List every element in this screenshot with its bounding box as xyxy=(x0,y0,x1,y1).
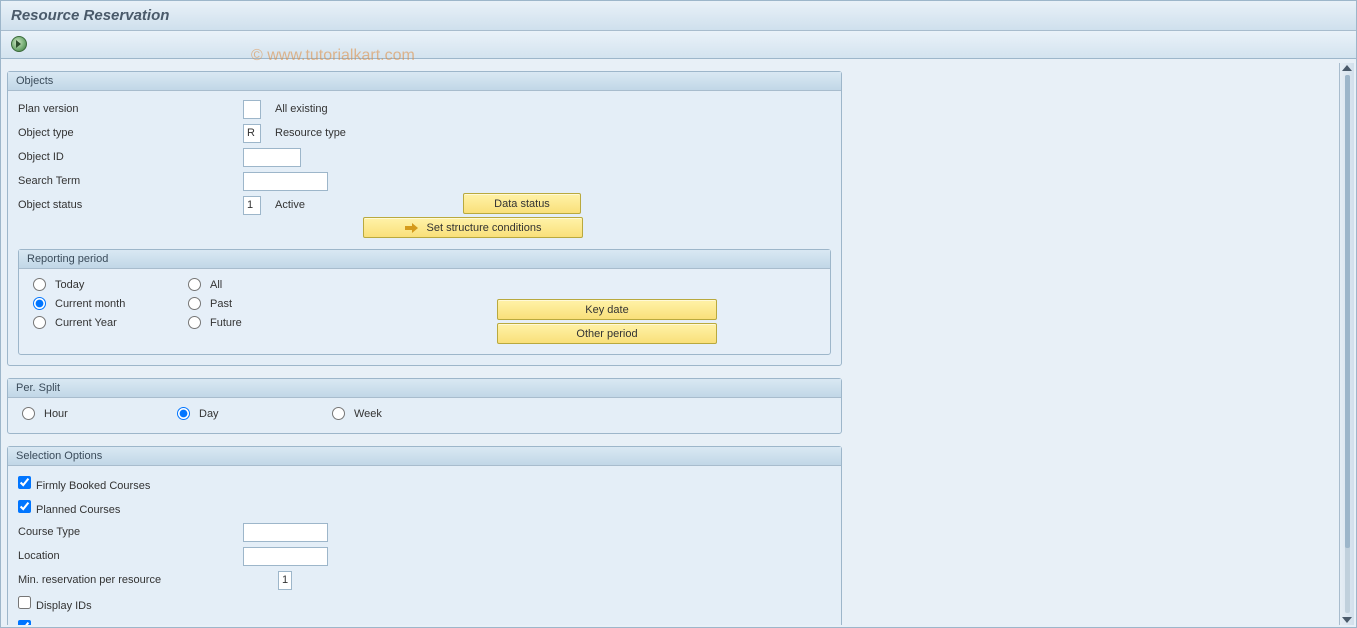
row-object-id: Object ID xyxy=(18,145,831,169)
row-display-ids: Display IDs xyxy=(18,592,831,616)
scroll-up-icon[interactable] xyxy=(1342,65,1352,71)
row-object-status: Object status Active Data status xyxy=(18,193,831,217)
group-per-split: Per. Split Hour Day Week xyxy=(7,378,842,434)
scroll-track[interactable] xyxy=(1345,75,1350,613)
input-object-status[interactable] xyxy=(243,196,261,215)
radio-current-year-input[interactable] xyxy=(33,316,46,329)
scroll-thumb[interactable] xyxy=(1345,75,1350,548)
execute-icon[interactable] xyxy=(11,36,27,52)
radio-all[interactable]: All xyxy=(188,278,343,291)
input-search-term[interactable] xyxy=(243,172,328,191)
radio-row-3: Current Year Future xyxy=(19,313,357,332)
scroll-down-icon[interactable] xyxy=(1342,617,1352,623)
chk-firmly-booked[interactable]: Firmly Booked Courses xyxy=(18,476,150,492)
group-objects-title: Objects xyxy=(8,72,841,91)
group-selection-title: Selection Options xyxy=(8,447,841,466)
radio-current-year[interactable]: Current Year xyxy=(33,316,188,329)
radio-today[interactable]: Today xyxy=(33,278,188,291)
chk-display-days-off[interactable]: Display days off (only daily period spli… xyxy=(18,620,226,625)
page-title: Resource Reservation xyxy=(11,7,169,24)
content-outer: Objects Plan version All existing Object… xyxy=(3,63,1354,625)
label-object-type: Object type xyxy=(18,127,243,139)
label-object-status: Object status xyxy=(18,199,243,211)
radio-row-1: Today All xyxy=(19,275,357,294)
chk-planned-input[interactable] xyxy=(18,500,31,513)
label-course-type: Course Type xyxy=(18,526,243,538)
radio-week[interactable]: Week xyxy=(332,407,487,420)
radio-future[interactable]: Future xyxy=(188,316,343,329)
group-selection-options: Selection Options Firmly Booked Courses … xyxy=(7,446,842,625)
set-structure-button[interactable]: Set structure conditions xyxy=(363,217,583,238)
radio-all-input[interactable] xyxy=(188,278,201,291)
period-buttons: Key date Other period xyxy=(497,299,717,344)
radio-past[interactable]: Past xyxy=(188,297,343,310)
row-min-res: Min. reservation per resource xyxy=(18,568,831,592)
row-location: Location xyxy=(18,544,831,568)
radio-week-input[interactable] xyxy=(332,407,345,420)
row-firmly-booked: Firmly Booked Courses xyxy=(18,472,831,496)
row-search-term: Search Term xyxy=(18,169,831,193)
title-bar: Resource Reservation xyxy=(1,1,1356,31)
input-course-type[interactable] xyxy=(243,523,328,542)
group-selection-body: Firmly Booked Courses Planned Courses Co… xyxy=(8,466,841,625)
row-planned: Planned Courses xyxy=(18,496,831,520)
content-area: Objects Plan version All existing Object… xyxy=(3,63,1339,625)
input-object-type[interactable] xyxy=(243,124,261,143)
group-reporting-period-title: Reporting period xyxy=(19,250,830,269)
label-location: Location xyxy=(18,550,243,562)
row-course-type: Course Type xyxy=(18,520,831,544)
group-per-split-body: Hour Day Week xyxy=(8,398,841,433)
radio-hour-input[interactable] xyxy=(22,407,35,420)
key-date-button[interactable]: Key date xyxy=(497,299,717,320)
desc-object-type: Resource type xyxy=(275,127,346,139)
group-objects-body: Plan version All existing Object type Re… xyxy=(8,91,841,365)
radio-today-input[interactable] xyxy=(33,278,46,291)
desc-plan-version: All existing xyxy=(275,103,328,115)
key-date-label: Key date xyxy=(585,304,628,316)
desc-object-status: Active xyxy=(275,199,305,211)
vertical-scrollbar[interactable] xyxy=(1339,63,1354,625)
input-plan-version[interactable] xyxy=(243,100,261,119)
group-per-split-title: Per. Split xyxy=(8,379,841,398)
per-split-row: Hour Day Week xyxy=(18,404,831,423)
chk-display-days-off-input[interactable] xyxy=(18,620,31,625)
sap-window: Resource Reservation © www.tutorialkart.… xyxy=(0,0,1357,628)
chk-display-ids-input[interactable] xyxy=(18,596,31,609)
row-object-type: Object type Resource type xyxy=(18,121,831,145)
chk-firmly-booked-input[interactable] xyxy=(18,476,31,489)
radio-day[interactable]: Day xyxy=(177,407,332,420)
radio-future-input[interactable] xyxy=(188,316,201,329)
input-location[interactable] xyxy=(243,547,328,566)
label-plan-version: Plan version xyxy=(18,103,243,115)
row-structure-btn: Set structure conditions xyxy=(18,217,831,241)
application-toolbar xyxy=(1,31,1356,59)
radio-day-input[interactable] xyxy=(177,407,190,420)
data-status-button[interactable]: Data status xyxy=(463,193,581,214)
other-period-button[interactable]: Other period xyxy=(497,323,717,344)
set-structure-label: Set structure conditions xyxy=(427,222,542,234)
group-reporting-period: Reporting period Today All Current month… xyxy=(18,249,831,355)
data-status-label: Data status xyxy=(494,198,550,210)
label-search-term: Search Term xyxy=(18,175,243,187)
row-display-days-off: Display days off (only daily period spli… xyxy=(18,616,831,625)
row-plan-version: Plan version All existing xyxy=(18,97,831,121)
radio-hour[interactable]: Hour xyxy=(22,407,177,420)
chk-planned[interactable]: Planned Courses xyxy=(18,500,120,516)
label-object-id: Object ID xyxy=(18,151,243,163)
radio-current-month[interactable]: Current month xyxy=(33,297,188,310)
chk-display-ids[interactable]: Display IDs xyxy=(18,596,92,612)
label-min-res: Min. reservation per resource xyxy=(18,574,278,586)
radio-past-input[interactable] xyxy=(188,297,201,310)
input-min-res[interactable] xyxy=(278,571,292,590)
arrow-right-icon xyxy=(405,223,419,233)
input-object-id[interactable] xyxy=(243,148,301,167)
group-objects: Objects Plan version All existing Object… xyxy=(7,71,842,366)
radio-row-2: Current month Past xyxy=(19,294,357,313)
other-period-label: Other period xyxy=(576,328,637,340)
radio-current-month-input[interactable] xyxy=(33,297,46,310)
